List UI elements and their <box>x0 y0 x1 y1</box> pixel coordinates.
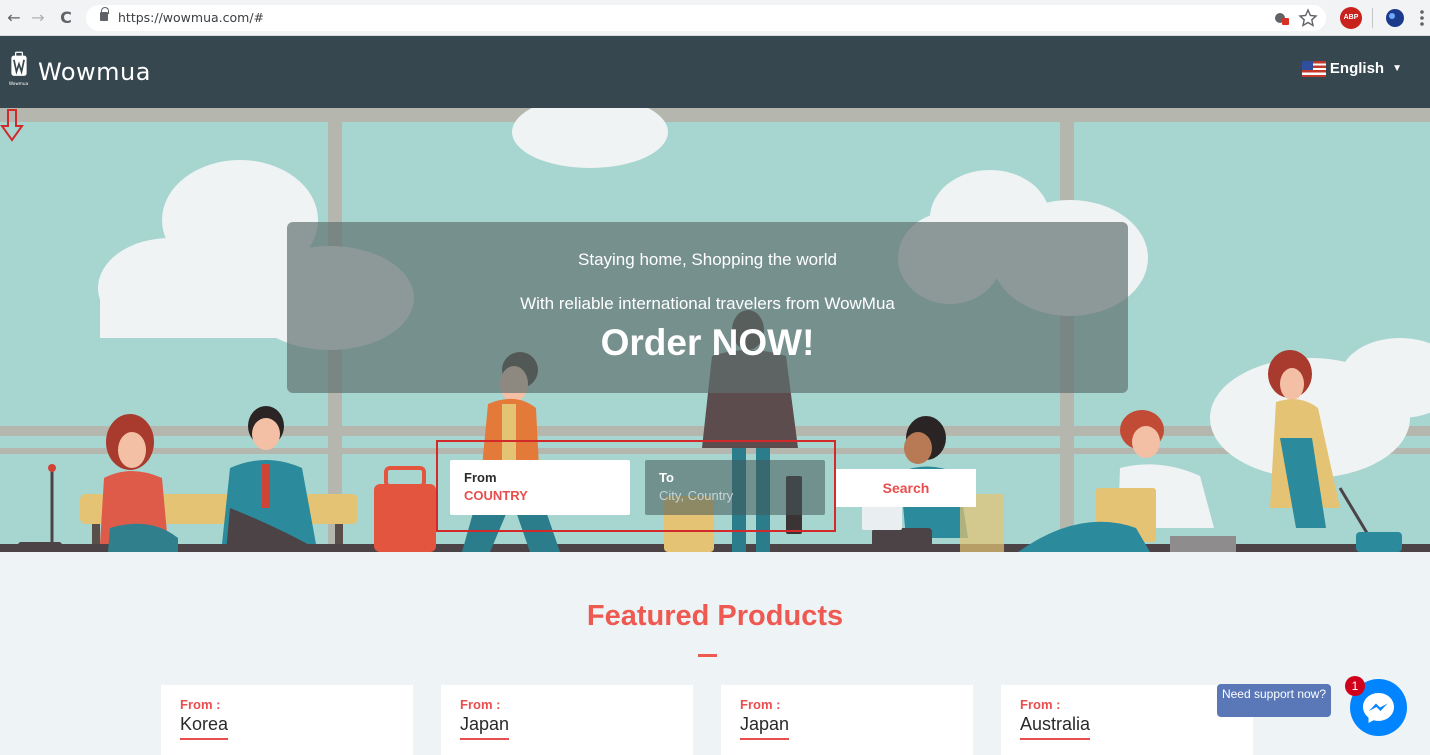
hero-cta-text: Order NOW! <box>600 322 815 363</box>
card-from-label: From : <box>1020 697 1061 712</box>
site-header: Wowmua Wowmua English ▼ <box>0 36 1430 108</box>
us-flag-icon <box>1301 60 1326 77</box>
card-country: Korea <box>180 714 229 740</box>
card-from-label: From : <box>180 697 221 712</box>
forward-icon[interactable]: → <box>28 8 48 28</box>
url-text: https://wowmua.com/# <box>118 10 265 25</box>
toolbar-divider <box>1372 8 1373 28</box>
card-country: Australia <box>1020 714 1091 740</box>
card-from-label: From : <box>740 697 781 712</box>
browser-toolbar: ← → C https://wowmua.com/# ABP <box>0 0 1430 36</box>
card-country: Japan <box>460 714 510 740</box>
card-country: Japan <box>740 714 790 740</box>
to-label: To <box>659 470 674 485</box>
from-country-selector[interactable]: From COUNTRY <box>450 460 630 515</box>
reload-icon[interactable]: C <box>56 8 76 28</box>
card-from-label: From : <box>460 697 501 712</box>
caret-down-icon: ▼ <box>1392 63 1402 74</box>
to-destination-input[interactable] <box>659 488 809 503</box>
adblock-icon[interactable]: ABP <box>1340 7 1362 29</box>
hero-banner: Staying home, Shopping the world With re… <box>0 108 1430 552</box>
hero-subtitle: With reliable international travelers fr… <box>520 294 895 313</box>
back-icon[interactable]: ← <box>4 8 24 28</box>
from-label: From <box>464 470 497 485</box>
product-card[interactable]: From : Korea <box>161 685 413 755</box>
language-selector[interactable]: English ▼ <box>1301 60 1402 77</box>
product-card[interactable]: From : Japan <box>441 685 693 755</box>
hero-overlay: Staying home, Shopping the world With re… <box>287 222 1128 393</box>
search-button[interactable]: Search <box>836 469 976 507</box>
lock-icon <box>100 7 109 21</box>
title-underline <box>698 654 717 657</box>
arrow-down-icon <box>0 109 24 142</box>
address-bar[interactable]: https://wowmua.com/# <box>86 5 1326 31</box>
from-country-value: COUNTRY <box>464 488 528 503</box>
to-destination-field[interactable]: To <box>645 460 825 515</box>
bookmark-star-icon[interactable] <box>1298 8 1318 28</box>
site-info-icon[interactable] <box>1272 8 1290 28</box>
hero-tagline: Staying home, Shopping the world <box>578 250 837 269</box>
profile-globe-icon[interactable] <box>1384 8 1406 28</box>
product-card[interactable]: From : Australia <box>1001 685 1253 755</box>
menu-dots-icon[interactable] <box>1418 8 1426 28</box>
notification-badge: 1 <box>1345 676 1365 696</box>
featured-products-title: Featured Products <box>586 600 844 632</box>
wowmua-logo-icon[interactable]: Wowmua <box>8 50 30 90</box>
logo-subtext: Wowmua <box>9 81 29 86</box>
product-card[interactable]: From : Japan <box>721 685 973 755</box>
need-support-button[interactable]: Need support now? <box>1217 684 1331 717</box>
site-logo-text[interactable]: Wowmua <box>38 58 151 86</box>
language-label: English <box>1329 60 1385 77</box>
